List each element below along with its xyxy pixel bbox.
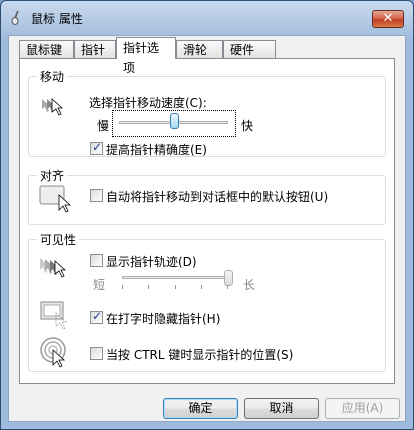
precision-label[interactable]: 提高指针精确度(E) — [106, 141, 207, 158]
tab-hardware[interactable]: 硬件 — [223, 40, 276, 58]
slider-tick — [201, 285, 202, 289]
dialog-client: 鼠标键 指针 指针选项 滑轮 硬件 移动 选择指针移动速度(C): 慢 快 ✓ … — [8, 35, 406, 422]
apply-button[interactable]: 应用(A) — [325, 398, 400, 419]
speed-slider[interactable] — [112, 110, 236, 137]
window-title: 鼠标 属性 — [31, 12, 83, 26]
tab-pointers[interactable]: 指针 — [74, 40, 116, 58]
ctrl-locate-checkbox[interactable] — [90, 347, 103, 360]
tab-pointer-options[interactable]: 指针选项 — [116, 37, 176, 75]
long-label: 长 — [243, 278, 256, 292]
visibility-group-label: 可见性 — [37, 231, 80, 248]
locate-pointer-icon — [40, 337, 66, 368]
trails-label[interactable]: 显示指针轨迹(D) — [106, 253, 197, 270]
trail-length-slider[interactable] — [118, 270, 236, 294]
ok-button-label: 确定 — [188, 401, 213, 415]
ok-button[interactable]: 确定 — [163, 398, 238, 419]
checkmark-icon: ✓ — [92, 309, 103, 323]
trails-checkbox[interactable] — [90, 254, 103, 267]
hide-pointer-icon — [40, 301, 68, 330]
ctrl-locate-label[interactable]: 当按 CTRL 键时显示指针的位置(S) — [106, 346, 293, 363]
title-bar[interactable]: 鼠标 属性 ✕ — [1, 1, 413, 35]
cancel-button[interactable]: 取消 — [244, 398, 319, 419]
tab-label: 滑轮 — [183, 43, 208, 57]
checkmark-icon: ✓ — [92, 140, 103, 154]
hide-while-typing-checkbox[interactable]: ✓ — [90, 309, 103, 324]
precision-checkbox[interactable]: ✓ — [90, 140, 103, 155]
dialog-window: 鼠标 属性 ✕ 鼠标键 指针 指针选项 滑轮 硬件 移动 选择指针移动速度(C)… — [0, 0, 414, 430]
snap-label[interactable]: 自动将指针移动到对话框中的默认按钮(U) — [106, 188, 328, 205]
snap-group-label: 对齐 — [37, 167, 68, 184]
trail-slider-track — [122, 276, 228, 279]
close-icon: ✕ — [382, 11, 394, 26]
snap-checkbox[interactable] — [90, 189, 103, 202]
tab-label: 指针 — [81, 43, 106, 57]
tab-label: 鼠标键 — [26, 43, 63, 57]
speed-slider-thumb[interactable] — [169, 113, 179, 129]
motion-group-label: 移动 — [37, 68, 68, 85]
short-label: 短 — [93, 278, 106, 292]
snap-to-button-icon — [39, 185, 72, 213]
trail-slider-thumb[interactable] — [224, 270, 233, 286]
slow-label: 慢 — [97, 119, 110, 133]
fast-label: 快 — [241, 119, 254, 133]
pointer-speed-icon — [42, 98, 64, 116]
tab-wheel[interactable]: 滑轮 — [176, 40, 223, 58]
speed-label: 选择指针移动速度(C): — [89, 96, 207, 110]
apply-button-label: 应用(A) — [341, 401, 384, 415]
tab-buttons[interactable]: 鼠标键 — [19, 40, 74, 58]
hide-while-typing-label[interactable]: 在打字时隐藏指针(H) — [106, 310, 220, 327]
slider-tick — [175, 285, 176, 289]
tab-label: 硬件 — [230, 43, 255, 57]
tab-panel: 移动 选择指针移动速度(C): 慢 快 ✓ 提高指针精确度(E) 对齐 自动将指… — [19, 58, 395, 384]
slider-tick — [148, 285, 149, 289]
close-button[interactable]: ✕ — [372, 10, 404, 28]
mouse-icon — [11, 10, 19, 25]
slider-tick — [122, 285, 123, 289]
pointer-trails-icon — [40, 258, 67, 278]
cancel-button-label: 取消 — [269, 401, 294, 415]
